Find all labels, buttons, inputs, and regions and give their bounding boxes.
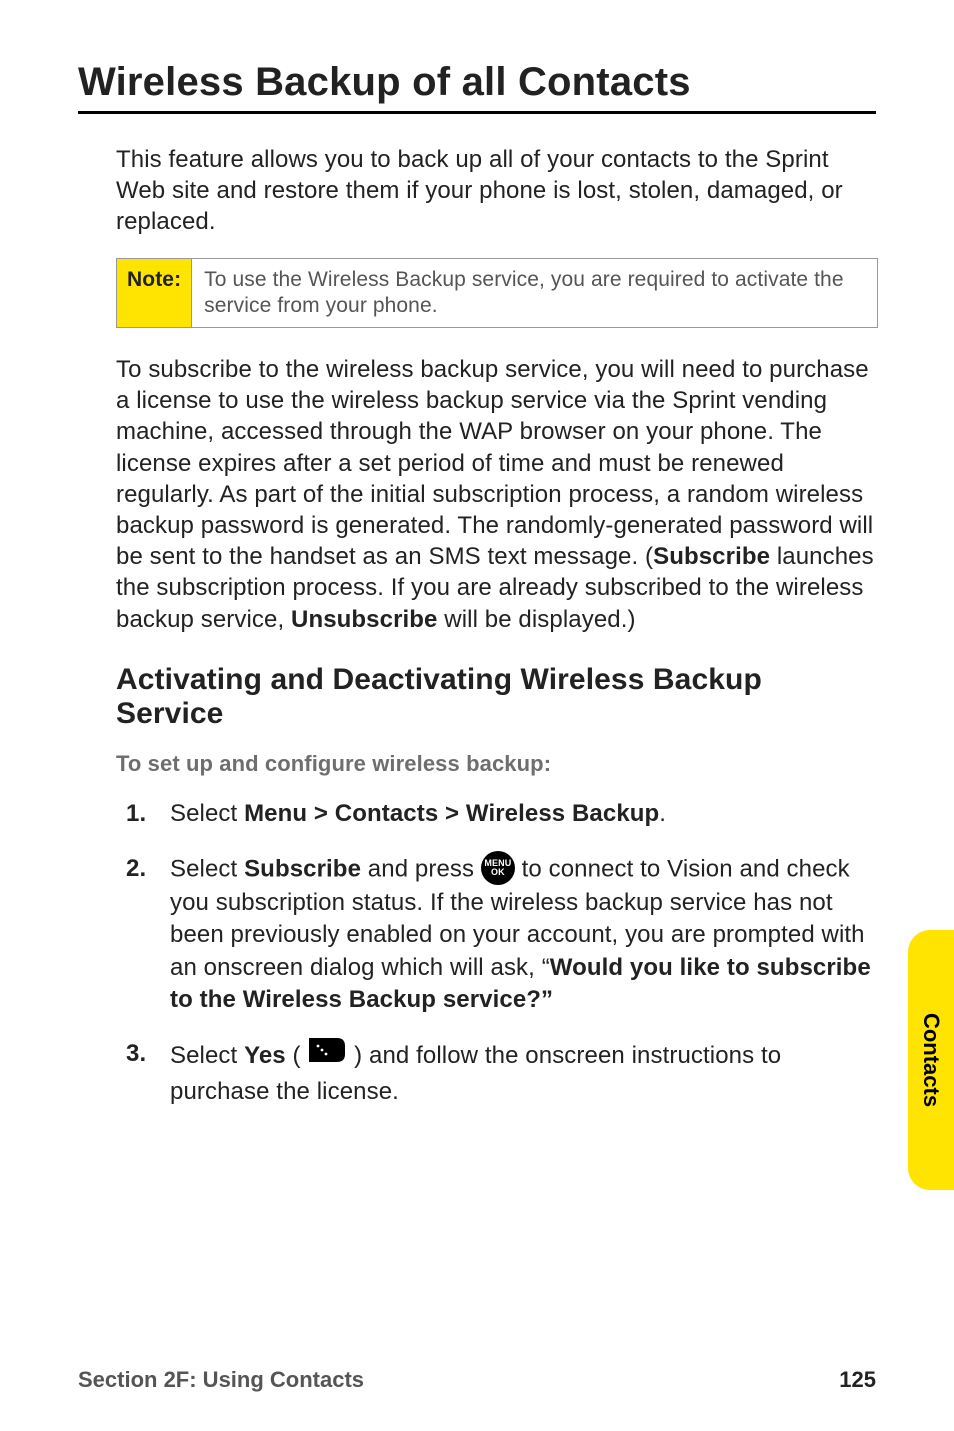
step-2-c: and press <box>361 855 481 882</box>
step-2-a: Select <box>170 855 244 882</box>
para2-subscribe: Subscribe <box>653 543 770 570</box>
step-1-path: Menu > Contacts > Wireless Backup <box>244 800 659 827</box>
para2-c: will be displayed.) <box>438 606 636 633</box>
step-3-a: Select <box>170 1042 244 1069</box>
page: Wireless Backup of all Contacts This fea… <box>0 0 954 1431</box>
body-content: This feature allows you to back up all o… <box>116 144 876 1108</box>
step-3-number: 3. <box>126 1038 146 1070</box>
side-tab: Contacts <box>908 930 954 1190</box>
step-1-number: 1. <box>126 798 146 830</box>
page-footer: Section 2F: Using Contacts 125 <box>78 1367 876 1393</box>
step-3: 3. Select Yes ( ) and follow the onscree… <box>116 1038 876 1108</box>
step-2: 2. Select Subscribe and press MENU OK to… <box>116 853 876 1017</box>
footer-section: Section 2F: Using Contacts <box>78 1367 364 1393</box>
menu-ok-key-icon: MENU OK <box>481 851 515 885</box>
title-rule <box>78 111 876 114</box>
intro-paragraph: This feature allows you to back up all o… <box>116 144 876 238</box>
side-tab-label: Contacts <box>918 1013 944 1107</box>
subscribe-paragraph: To subscribe to the wireless backup serv… <box>116 354 876 635</box>
note-box: Note: To use the Wireless Backup service… <box>116 258 878 329</box>
steps-list: 1. Select Menu > Contacts > Wireless Bac… <box>116 798 876 1108</box>
section-subhead: Activating and Deactivating Wireless Bac… <box>116 663 876 732</box>
step-1-c: . <box>659 800 666 827</box>
menu-key-bottom: OK <box>491 868 505 877</box>
step-1: 1. Select Menu > Contacts > Wireless Bac… <box>116 798 876 830</box>
para2-a: To subscribe to the wireless backup serv… <box>116 356 873 570</box>
page-title: Wireless Backup of all Contacts <box>78 60 876 105</box>
note-text: To use the Wireless Backup service, you … <box>192 259 877 328</box>
step-3-c: ( <box>286 1042 308 1069</box>
step-2-number: 2. <box>126 853 146 885</box>
footer-page-number: 125 <box>839 1367 876 1393</box>
step-1-a: Select <box>170 800 244 827</box>
talk-key-icon <box>307 1036 347 1073</box>
configure-label: To set up and configure wireless backup: <box>116 750 876 779</box>
step-3-yes: Yes <box>244 1042 286 1069</box>
note-label: Note: <box>117 259 192 328</box>
para2-unsubscribe: Unsubscribe <box>291 606 437 633</box>
step-2-subscribe: Subscribe <box>244 855 361 882</box>
